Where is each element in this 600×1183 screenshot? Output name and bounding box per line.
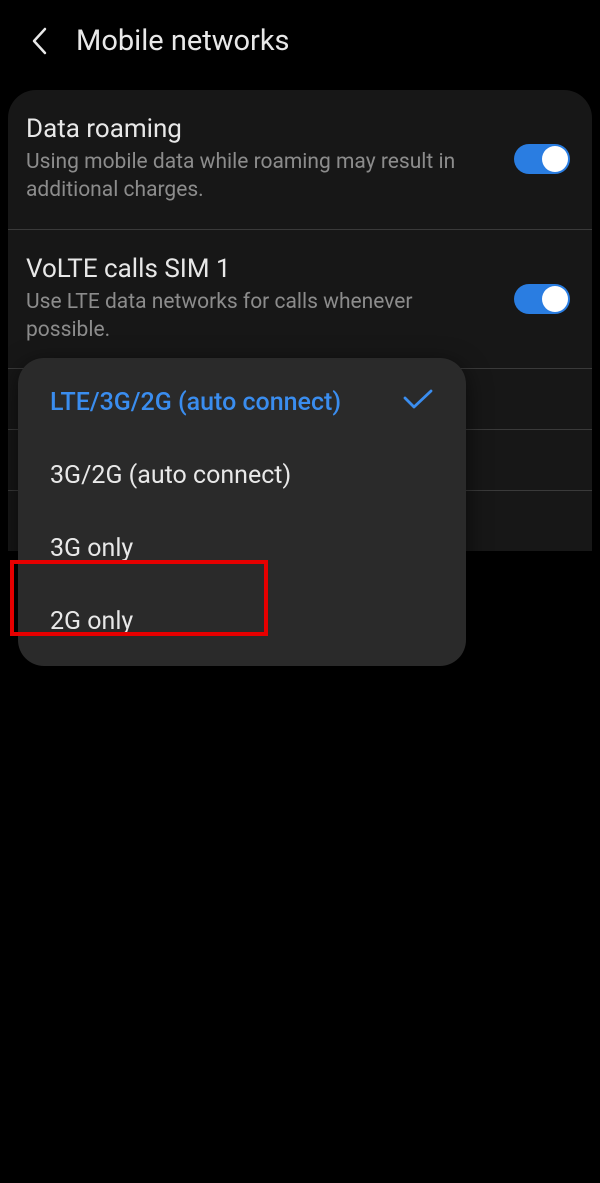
dropdown-option-label: 3G only [50,534,133,563]
dropdown-option-2g-only[interactable]: 2G only [18,585,466,658]
dropdown-option-3g-only[interactable]: 3G only [18,512,466,585]
volte-row[interactable]: VoLTE calls SIM 1 Use LTE data networks … [8,230,592,370]
data-roaming-text: Data roaming Using mobile data while roa… [26,114,514,205]
dropdown-option-label: LTE/3G/2G (auto connect) [50,388,341,417]
volte-desc: Use LTE data networks for calls whenever… [26,288,496,345]
volte-title: VoLTE calls SIM 1 [26,254,496,284]
back-icon[interactable] [30,26,48,56]
check-icon [402,388,434,417]
page-title: Mobile networks [76,24,290,58]
dropdown-option-3g-2g[interactable]: 3G/2G (auto connect) [18,439,466,512]
data-roaming-title: Data roaming [26,114,496,144]
data-roaming-toggle[interactable] [514,144,570,174]
volte-text: VoLTE calls SIM 1 Use LTE data networks … [26,254,514,345]
network-mode-dropdown: LTE/3G/2G (auto connect) 3G/2G (auto con… [18,358,466,666]
dropdown-option-lte-3g-2g[interactable]: LTE/3G/2G (auto connect) [18,366,466,439]
volte-toggle[interactable] [514,284,570,314]
dropdown-option-label: 2G only [50,607,133,636]
dropdown-option-label: 3G/2G (auto connect) [50,461,291,490]
data-roaming-row[interactable]: Data roaming Using mobile data while roa… [8,90,592,230]
data-roaming-desc: Using mobile data while roaming may resu… [26,148,496,205]
header: Mobile networks [0,0,600,82]
